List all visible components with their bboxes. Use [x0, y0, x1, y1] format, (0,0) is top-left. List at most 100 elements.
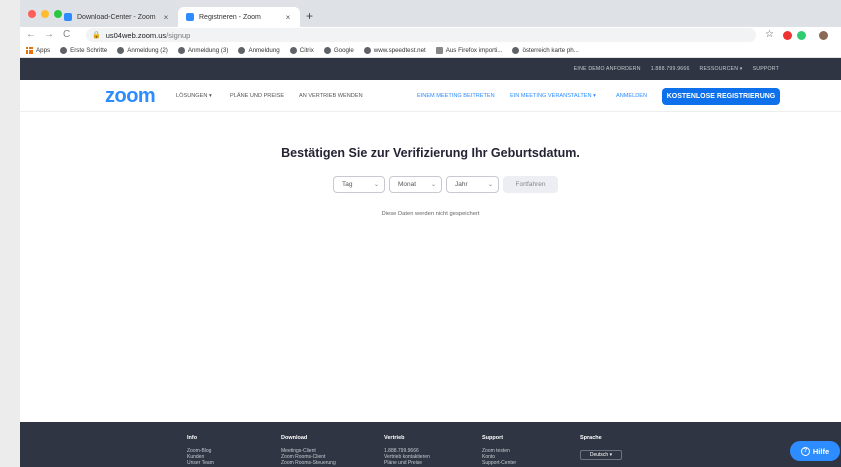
- bookmark-star-icon[interactable]: ☆: [765, 29, 774, 40]
- footer-link[interactable]: Support-Center: [482, 460, 516, 466]
- year-select[interactable]: Jahr ⌄: [446, 176, 499, 193]
- continue-button[interactable]: Fortfahren: [503, 176, 558, 193]
- zoom-footer: Info Zoom-Blog Kunden Unser Team Downloa…: [20, 422, 841, 467]
- select-value: Jahr: [455, 181, 468, 188]
- footer-col-support: Support Zoom testen Konto Support-Center: [482, 435, 516, 466]
- footer-col-language: Sprache: [580, 435, 602, 448]
- contact-sales-link[interactable]: AN VERTRIEB WENDEN: [299, 93, 363, 99]
- support-link[interactable]: SUPPORT: [753, 66, 779, 72]
- footer-col-download: Download Meetings-Client Zoom Rooms-Clie…: [281, 435, 336, 466]
- close-tab-icon[interactable]: ×: [160, 13, 172, 22]
- opera-extension-icon[interactable]: [783, 31, 792, 40]
- close-tab-icon[interactable]: ×: [282, 13, 294, 22]
- month-select[interactable]: Monat ⌄: [389, 176, 442, 193]
- tab-registrieren[interactable]: Registrieren - Zoom ×: [178, 7, 300, 27]
- chevron-down-icon: ⌄: [487, 182, 493, 188]
- zoom-favicon-icon: [186, 13, 194, 21]
- request-demo-link[interactable]: EINE DEMO ANFORDERN: [574, 66, 641, 72]
- bookmark-label: Google: [333, 47, 354, 54]
- privacy-note: Diese Daten werden nicht gespeichert: [381, 211, 480, 217]
- url-host: us04web.zoom.us: [105, 30, 167, 40]
- footer-link[interactable]: Pläne und Preise: [384, 460, 430, 466]
- footer-heading: Info: [187, 435, 198, 441]
- browser-window: Download-Center - Zoom × Registrieren - …: [20, 0, 841, 467]
- forward-button[interactable]: →: [44, 29, 54, 40]
- globe-icon: [323, 47, 331, 54]
- day-select[interactable]: Tag ⌄: [333, 176, 385, 193]
- browser-toolbar: ← → C 🔒 us04web.zoom.us/signup ☆: [20, 27, 841, 44]
- zoom-nav: zoom LÖSUNGEN ▾ PLÄNE UND PREISE AN VERT…: [20, 80, 841, 112]
- minimize-window-button[interactable]: [41, 10, 49, 18]
- solutions-menu[interactable]: LÖSUNGEN ▾: [176, 93, 212, 99]
- globe-icon: [117, 47, 125, 54]
- free-signup-button[interactable]: KOSTENLOSE REGISTRIERUNG: [662, 88, 780, 105]
- bookmark-item[interactable]: Erste Schritte: [60, 47, 107, 54]
- zoom-logo[interactable]: zoom: [105, 85, 156, 108]
- bookmark-label: Erste Schritte: [70, 47, 108, 54]
- help-button[interactable]: ? Hilfe: [790, 441, 840, 461]
- bookmark-item[interactable]: www.speedtest.net: [363, 47, 426, 54]
- globe-icon: [363, 47, 371, 54]
- footer-link[interactable]: Unser Team: [187, 460, 214, 466]
- join-meeting-link[interactable]: EINEM MEETING BEITRETEN: [417, 93, 495, 99]
- grammarly-extension-icon[interactable]: [797, 31, 806, 40]
- tab-label: Registrieren - Zoom: [199, 13, 261, 21]
- language-select[interactable]: Deutsch ▾: [580, 450, 622, 460]
- globe-icon: [512, 47, 520, 54]
- bookmark-apps[interactable]: Apps: [26, 47, 50, 54]
- globe-icon: [289, 47, 297, 54]
- select-value: Monat: [398, 181, 417, 188]
- chevron-down-icon: ⌄: [373, 182, 379, 188]
- globe-icon: [177, 47, 185, 54]
- back-button[interactable]: ←: [26, 29, 36, 40]
- bookmark-label: Aus Firefox importi...: [445, 47, 503, 54]
- bookmark-label: österreich karte ph...: [522, 47, 579, 54]
- tab-strip: Download-Center - Zoom × Registrieren - …: [20, 0, 841, 27]
- footer-col-info: Info Zoom-Blog Kunden Unser Team: [187, 435, 214, 466]
- select-value: Tag: [342, 181, 353, 188]
- footer-heading: Support: [482, 435, 504, 441]
- host-meeting-menu[interactable]: EIN MEETING VERANSTALTEN ▾: [510, 93, 596, 99]
- resources-menu[interactable]: RESSOURCEN ▾: [700, 66, 743, 72]
- bookmark-folder[interactable]: Aus Firefox importi...: [435, 47, 503, 54]
- tab-label: Download-Center - Zoom: [77, 13, 156, 21]
- bookmark-item[interactable]: österreich karte ph...: [512, 47, 579, 54]
- help-label: Hilfe: [812, 446, 830, 456]
- footer-link[interactable]: Zoom Rooms-Steuerung: [281, 460, 336, 466]
- close-window-button[interactable]: [28, 10, 36, 18]
- tab-download-center[interactable]: Download-Center - Zoom ×: [56, 7, 178, 27]
- url-path: /signup: [166, 30, 191, 40]
- zoom-favicon-icon: [64, 13, 72, 21]
- bookmark-item[interactable]: Citrix: [289, 47, 314, 54]
- chevron-down-icon: ⌄: [430, 182, 436, 188]
- lock-icon: 🔒: [92, 32, 101, 39]
- bookmark-item[interactable]: Anmeldung (2): [117, 47, 168, 54]
- bookmark-label: www.speedtest.net: [373, 47, 426, 54]
- reload-button[interactable]: C: [63, 29, 70, 40]
- new-tab-button[interactable]: +: [306, 9, 313, 23]
- bookmark-item[interactable]: Anmeldung (3): [177, 47, 229, 54]
- bookmark-label: Anmeldung (2): [127, 47, 168, 54]
- apps-grid-icon: [26, 47, 33, 54]
- sign-in-link[interactable]: ANMELDEN: [616, 93, 647, 99]
- footer-heading: Sprache: [580, 435, 602, 441]
- plans-pricing-link[interactable]: PLÄNE UND PREISE: [230, 93, 284, 99]
- help-question-icon: ?: [800, 446, 810, 456]
- birthdate-form: Tag ⌄ Monat ⌄ Jahr ⌄ Fortfahren: [333, 176, 558, 193]
- bookmark-label: Anmeldung: [248, 47, 280, 54]
- footer-heading: Vertrieb: [384, 435, 405, 441]
- bookmark-item[interactable]: Anmeldung: [238, 47, 280, 54]
- page-title: Bestätigen Sie zur Verifizierung Ihr Geb…: [281, 146, 580, 160]
- globe-icon: [238, 47, 246, 54]
- folder-icon: [435, 47, 443, 54]
- profile-avatar[interactable]: [819, 31, 828, 40]
- bookmark-label: Anmeldung (3): [187, 47, 229, 54]
- desktop-gutter: [0, 0, 20, 467]
- address-bar[interactable]: 🔒 us04web.zoom.us/signup: [86, 28, 756, 42]
- phone-link[interactable]: 1.888.799.9666: [651, 66, 690, 72]
- footer-heading: Download: [281, 435, 308, 441]
- zoom-top-bar: EINE DEMO ANFORDERN 1.888.799.9666 RESSO…: [20, 58, 841, 80]
- bookmark-label: Citrix: [299, 47, 314, 54]
- bookmark-item[interactable]: Google: [323, 47, 354, 54]
- footer-col-sales: Vertrieb 1.888.799.9666 Vertrieb kontakt…: [384, 435, 430, 466]
